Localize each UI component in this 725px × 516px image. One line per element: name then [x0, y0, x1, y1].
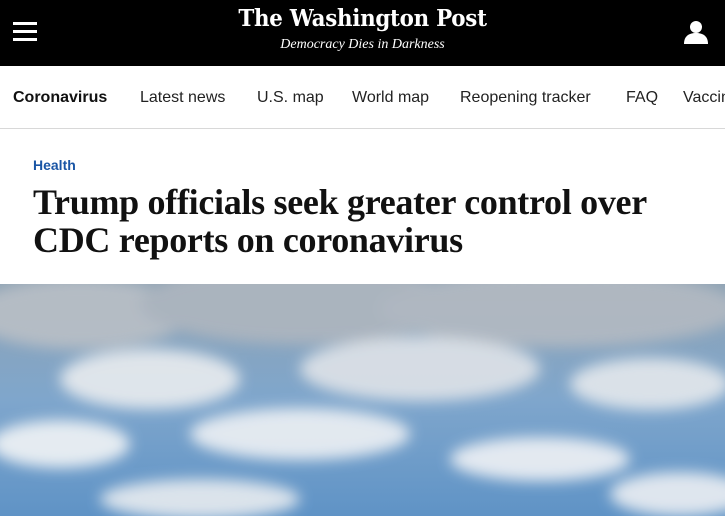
nav-item-vaccines[interactable]: Vaccines [683, 88, 725, 108]
nav-item-world-map[interactable]: World map [352, 88, 429, 108]
article-headline: Trump officials seek greater control ove… [33, 182, 647, 260]
masthead: The Washington Post Democracy Dies in Da… [0, 4, 725, 53]
top-bar: The Washington Post Democracy Dies in Da… [0, 0, 725, 66]
nav-item-coronavirus[interactable]: Coronavirus [13, 88, 107, 108]
section-kicker[interactable]: Health [33, 156, 76, 174]
site-tagline: Democracy Dies in Darkness [280, 37, 445, 52]
site-logo[interactable]: The Washington Post [238, 4, 487, 34]
nav-item-faq[interactable]: FAQ [626, 88, 658, 108]
user-account-icon[interactable] [683, 19, 709, 45]
nav-item-latest-news[interactable]: Latest news [140, 88, 225, 108]
article-hero-image [0, 284, 725, 516]
topic-nav: Coronavirus Latest news U.S. map World m… [0, 66, 725, 129]
nav-item-us-map[interactable]: U.S. map [257, 88, 324, 108]
nav-item-reopening-tracker[interactable]: Reopening tracker [460, 88, 591, 108]
